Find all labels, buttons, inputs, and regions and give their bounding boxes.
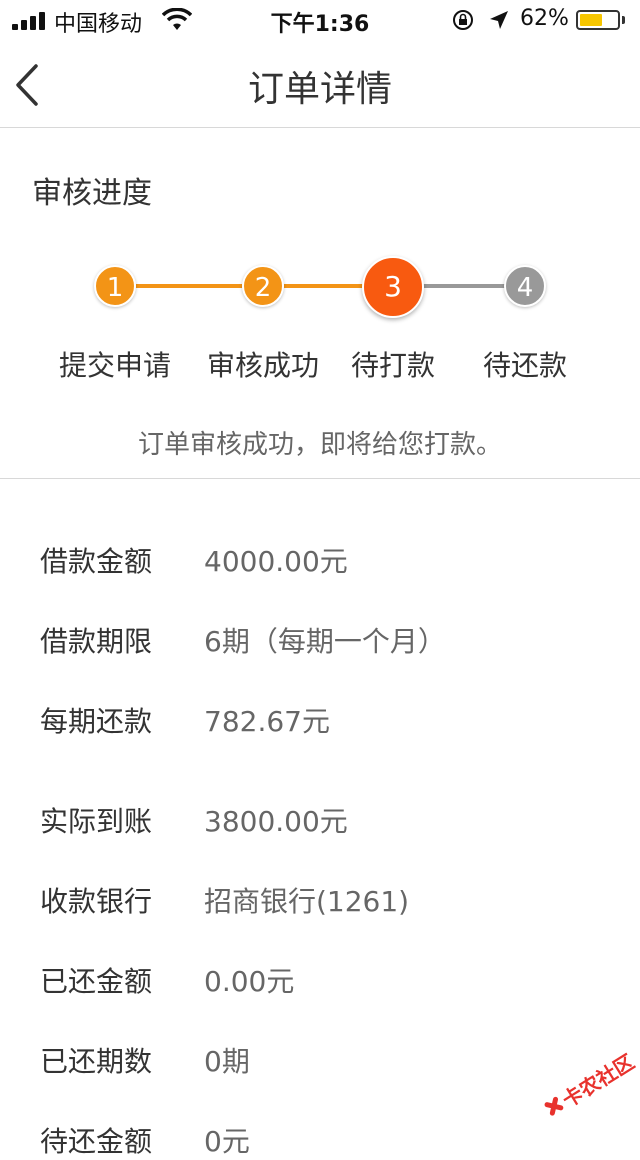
detail-value: 0元 — [204, 1125, 250, 1158]
battery-cap — [622, 16, 625, 24]
progress-track-3-4 — [422, 284, 506, 288]
progress-section-title: 审核进度 — [32, 176, 152, 211]
detail-label: 借款金额 — [40, 545, 153, 578]
step-1-number: 1 — [106, 273, 124, 303]
detail-label: 待还金额 — [40, 1125, 153, 1158]
step-4-label: 待还款 — [482, 349, 567, 382]
battery-icon — [576, 10, 620, 30]
status-bar: 中国移动 下午1:36 62% — [0, 0, 640, 40]
detail-label: 已还期数 — [40, 1045, 153, 1078]
detail-label: 每期还款 — [40, 705, 153, 738]
step-1-circle: 1 — [94, 265, 136, 307]
svg-text:卡农社区: 卡农社区 — [558, 1050, 639, 1113]
progress-message: 订单审核成功，即将给您打款。 — [137, 430, 502, 460]
detail-label: 借款期限 — [40, 625, 153, 658]
detail-row-bank: 收款银行 招商银行(1261) — [40, 880, 620, 920]
watermark-logo: 卡农社区 — [544, 1050, 639, 1116]
detail-value: 4000.00元 — [204, 545, 348, 578]
detail-label: 实际到账 — [40, 805, 153, 838]
step-2-circle: 2 — [242, 265, 284, 307]
detail-row-installment: 每期还款 782.67元 — [40, 700, 620, 740]
step-3-circle: 3 — [362, 256, 424, 318]
step-4-circle: 4 — [504, 265, 546, 307]
detail-value: 招商银行(1261) — [204, 885, 410, 918]
location-arrow-icon — [490, 11, 508, 29]
battery-level — [580, 14, 602, 26]
nav-bar: 订单详情 — [0, 40, 640, 128]
battery-percent: 62% — [520, 6, 569, 31]
detail-row-loan-amount: 借款金额 4000.00元 — [40, 540, 620, 580]
progress-track-2-3 — [284, 284, 364, 288]
step-4-number: 4 — [516, 273, 534, 303]
rotation-lock-icon — [453, 10, 473, 30]
step-2-label: 审核成功 — [206, 349, 319, 382]
detail-value: 6期（每期一个月） — [204, 625, 446, 658]
detail-row-loan-term: 借款期限 6期（每期一个月） — [40, 620, 620, 660]
step-2-number: 2 — [254, 273, 272, 303]
page-title: 订单详情 — [247, 69, 392, 110]
detail-row-received: 实际到账 3800.00元 — [40, 800, 620, 840]
detail-row-repaid-amount: 已还金额 0.00元 — [40, 960, 620, 1000]
detail-value: 782.67元 — [204, 705, 330, 738]
step-1-label: 提交申请 — [58, 349, 171, 382]
detail-value: 0期 — [204, 1045, 250, 1078]
detail-label: 已还金额 — [40, 965, 153, 998]
step-3-label: 待打款 — [350, 349, 435, 382]
detail-value: 0.00元 — [204, 965, 295, 998]
detail-label: 收款银行 — [40, 885, 153, 918]
progress-track-1-2 — [136, 284, 242, 288]
step-3-number: 3 — [384, 270, 402, 303]
section-divider — [0, 478, 640, 479]
detail-value: 3800.00元 — [204, 805, 348, 838]
